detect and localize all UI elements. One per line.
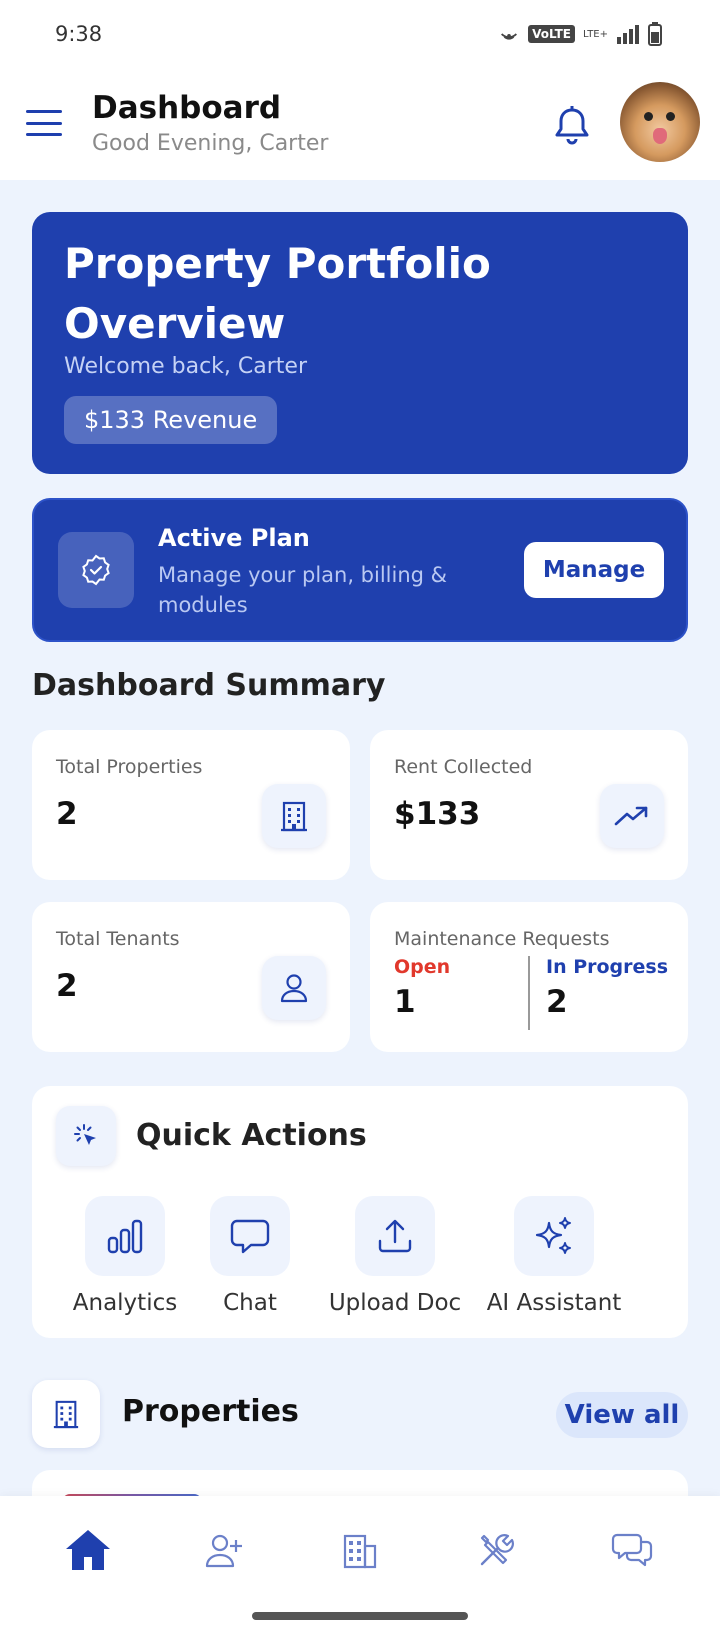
- card-label: Maintenance Requests: [394, 928, 610, 950]
- analytics-icon-box: [85, 1196, 165, 1276]
- user-avatar[interactable]: [620, 82, 700, 162]
- building-icon: [53, 1400, 79, 1429]
- portfolio-overview-card: Property Portfolio Overview Welcome back…: [32, 212, 688, 474]
- chat-icon-box: [210, 1196, 290, 1276]
- hero-welcome: Welcome back, Carter: [64, 354, 307, 379]
- quick-actions-icon-box: [56, 1106, 116, 1166]
- card-icon-box: [600, 784, 664, 848]
- card-label: Rent Collected: [394, 756, 533, 778]
- quick-action-analytics[interactable]: Analytics: [70, 1196, 180, 1316]
- nav-messages[interactable]: [602, 1520, 662, 1580]
- quick-action-label: AI Assistant: [486, 1290, 622, 1316]
- card-icon-box: [262, 784, 326, 848]
- quick-actions-title: Quick Actions: [136, 1118, 367, 1153]
- quick-action-ai-assistant[interactable]: AI Assistant: [484, 1196, 624, 1316]
- total-tenants-card[interactable]: Total Tenants 2: [32, 902, 350, 1052]
- status-bar: 9:38 VoLTE LTE+: [0, 0, 720, 72]
- tools-icon: [480, 1534, 514, 1566]
- card-label: Total Properties: [56, 756, 203, 778]
- nav-add-tenant[interactable]: [194, 1520, 254, 1580]
- user-icon: [280, 974, 308, 1003]
- quick-actions-card: Quick Actions Analytics Chat Upload Doc …: [32, 1086, 688, 1338]
- home-icon: [66, 1530, 110, 1570]
- rent-collected-card[interactable]: Rent Collected $133: [370, 730, 688, 880]
- active-plan-card[interactable]: Active Plan Manage your plan, billing & …: [32, 498, 688, 642]
- status-icons: VoLTE LTE+: [498, 22, 662, 46]
- total-properties-card[interactable]: Total Properties 2: [32, 730, 350, 880]
- quick-action-chat[interactable]: Chat: [200, 1196, 300, 1316]
- in-progress-count: 2: [546, 984, 568, 1020]
- card-label: Total Tenants: [56, 928, 180, 950]
- nav-home[interactable]: [58, 1520, 118, 1580]
- maintenance-divider: [528, 956, 530, 1030]
- messages-icon: [611, 1533, 653, 1567]
- hotspot-icon: [501, 33, 518, 40]
- plan-icon-box: [58, 532, 134, 608]
- manage-plan-button[interactable]: Manage: [524, 542, 664, 598]
- add-user-icon: [205, 1534, 242, 1568]
- chat-bubble-icon: [230, 1219, 270, 1254]
- maintenance-in-progress: In Progress 2: [546, 956, 668, 1020]
- maintenance-open: Open 1: [394, 956, 450, 1020]
- plan-description: Manage your plan, billing & modules: [158, 563, 448, 617]
- ai-icon-box: [514, 1196, 594, 1276]
- in-progress-label: In Progress: [546, 956, 669, 978]
- hero-title: Property Portfolio Overview: [64, 239, 491, 348]
- quick-action-label: Upload Doc: [328, 1290, 462, 1316]
- gesture-home-indicator: [252, 1612, 468, 1620]
- card-value: $133: [394, 796, 481, 832]
- quick-action-upload-doc[interactable]: Upload Doc: [320, 1196, 470, 1316]
- signal-icon: [617, 25, 639, 44]
- card-value: 2: [56, 968, 78, 1004]
- upload-icon-box: [355, 1196, 435, 1276]
- page-title: Dashboard: [92, 90, 282, 126]
- app-header: Dashboard Good Evening, Carter: [0, 72, 720, 180]
- card-value: 2: [56, 796, 78, 832]
- view-all-button[interactable]: View all: [556, 1392, 688, 1438]
- quick-action-label: Analytics: [72, 1290, 178, 1316]
- quick-action-label: Chat: [223, 1290, 277, 1316]
- lte-label: LTE+: [583, 28, 608, 40]
- nav-maintenance[interactable]: [466, 1520, 526, 1580]
- notification-bell-icon[interactable]: [548, 102, 596, 150]
- hamburger-menu-icon[interactable]: [26, 110, 62, 136]
- status-time: 9:38: [55, 22, 103, 46]
- building-icon: [281, 801, 307, 832]
- card-icon-box: [262, 956, 326, 1020]
- greeting-text: Good Evening, Carter: [92, 131, 329, 156]
- battery-icon: [648, 22, 662, 46]
- revenue-badge: $133 Revenue: [64, 396, 278, 444]
- properties-icon-box: [32, 1380, 100, 1448]
- building-icon: [343, 1534, 377, 1569]
- plan-title: Active Plan: [158, 524, 310, 552]
- volte-badge: VoLTE: [528, 25, 575, 43]
- verified-badge-icon: [82, 554, 110, 586]
- upload-icon: [378, 1219, 412, 1253]
- cursor-click-icon: [74, 1124, 96, 1145]
- open-count: 1: [394, 984, 416, 1020]
- open-label: Open: [394, 956, 451, 978]
- sparkles-icon: [535, 1217, 571, 1254]
- bar-chart-icon: [107, 1219, 143, 1254]
- nav-properties[interactable]: [330, 1520, 390, 1580]
- summary-title: Dashboard Summary: [32, 668, 386, 703]
- properties-title: Properties: [122, 1394, 299, 1429]
- trending-up-icon: [614, 806, 648, 826]
